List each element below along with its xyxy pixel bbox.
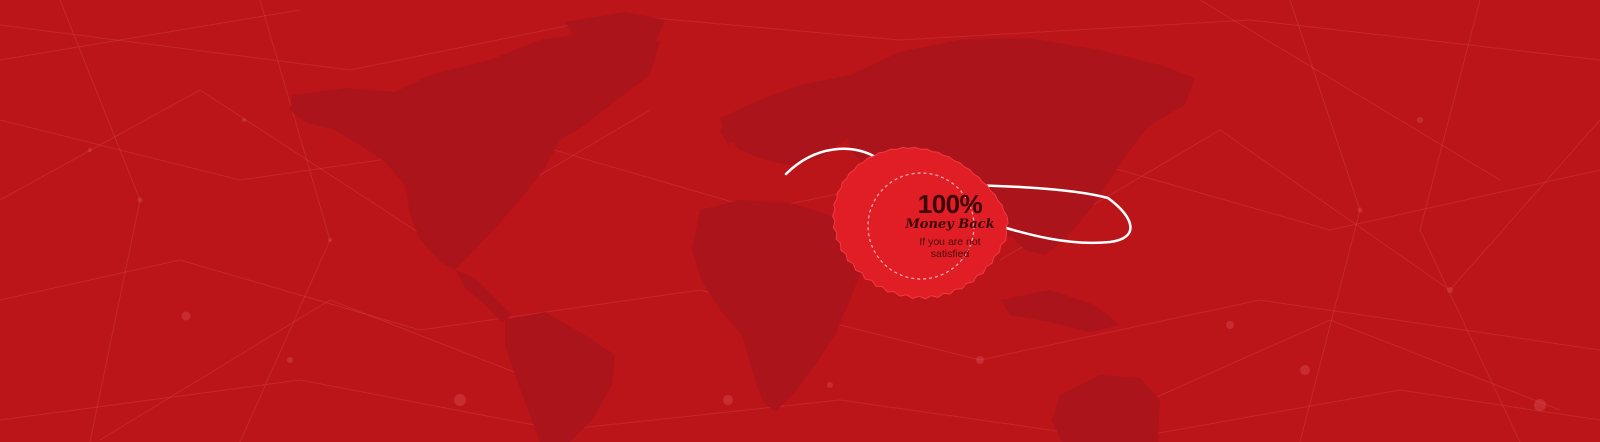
badge-title: Money Back (905, 217, 995, 232)
banner-background (0, 0, 1600, 442)
badge-subtitle-line1: If you are not (919, 236, 981, 248)
badge-subtitle-line2: satisfied (930, 248, 970, 260)
world-map-icon (290, 12, 1195, 442)
badge-percent: 100% (917, 189, 983, 219)
badge-text: 100% Money Back If you are not satisfied (890, 190, 1010, 260)
money-back-banner: 100% Money Back If you are not satisfied (0, 0, 1600, 442)
